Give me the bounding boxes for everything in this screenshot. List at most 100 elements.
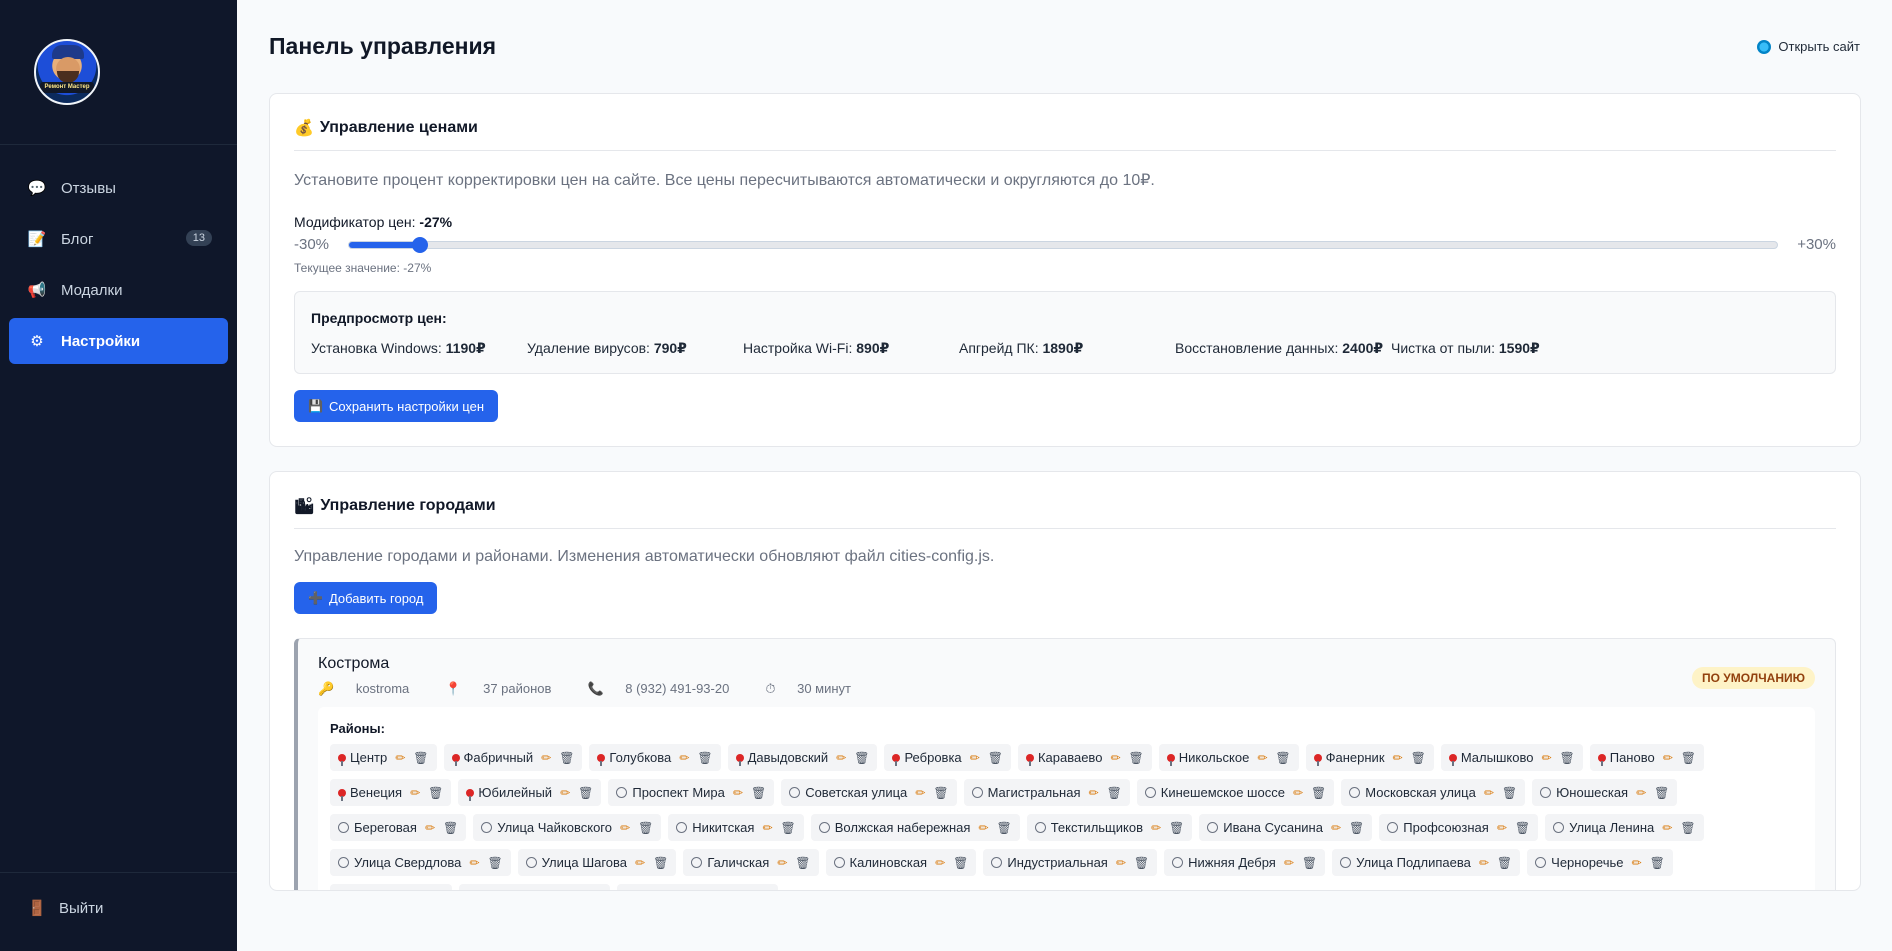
trash-icon[interactable]: 🗑 <box>1311 786 1326 800</box>
trash-icon[interactable]: 🗑 <box>755 891 770 892</box>
pencil-icon[interactable]: ✏ <box>679 751 689 765</box>
trash-icon[interactable]: 🗑 <box>638 821 653 835</box>
sidebar-item-reviews[interactable]: 💬 Отзывы <box>9 165 228 211</box>
trash-icon[interactable]: 🗑 <box>988 751 1003 765</box>
pencil-icon[interactable]: ✏ <box>1331 821 1341 835</box>
trash-icon[interactable]: 🗑 <box>854 751 869 765</box>
trash-icon[interactable]: 🗑 <box>1107 786 1122 800</box>
pencil-icon[interactable]: ✏ <box>978 821 988 835</box>
pencil-icon[interactable]: ✏ <box>560 786 570 800</box>
pencil-icon[interactable]: ✏ <box>469 856 479 870</box>
trash-icon[interactable]: 🗑 <box>1129 751 1144 765</box>
pin-icon <box>338 788 346 801</box>
add-city-button[interactable]: ➕ Добавить город <box>294 582 438 614</box>
chat-icon: 💬 <box>27 180 47 197</box>
trash-icon[interactable]: 🗑 <box>1275 751 1290 765</box>
sidebar-item-blog[interactable]: 📝 Блог 13 <box>9 216 228 262</box>
circle-icon <box>991 857 1003 868</box>
price-slider[interactable] <box>348 236 1778 253</box>
trash-icon[interactable]: 🗑 <box>1169 821 1184 835</box>
trash-icon[interactable]: 🗑 <box>1515 821 1530 835</box>
district-chip: Улица Подлипаева ✏ 🗑 <box>1332 849 1521 876</box>
district-chip: Центр ✏ 🗑 <box>330 744 437 771</box>
trash-icon[interactable]: 🗑 <box>795 856 810 870</box>
trash-icon[interactable]: 🗑 <box>586 891 601 892</box>
trash-icon[interactable]: 🗑 <box>428 786 443 800</box>
trash-icon[interactable]: 🗑 <box>751 786 766 800</box>
pencil-icon[interactable]: ✏ <box>935 856 945 870</box>
pencil-icon[interactable]: ✏ <box>1479 856 1489 870</box>
trash-icon[interactable]: 🗑 <box>429 891 444 892</box>
trash-icon[interactable]: 🗑 <box>1650 856 1665 870</box>
district-chip: Черноречье ✏ 🗑 <box>1527 849 1673 876</box>
trash-icon[interactable]: 🗑 <box>653 856 668 870</box>
pencil-icon[interactable]: ✏ <box>410 786 420 800</box>
pencil-icon[interactable]: ✏ <box>568 891 578 892</box>
city-time: ⏱ 30 минут <box>765 681 869 697</box>
trash-icon[interactable]: 🗑 <box>1654 786 1669 800</box>
slider-thumb[interactable] <box>412 236 429 253</box>
pencil-icon[interactable]: ✏ <box>1293 786 1303 800</box>
pencil-icon[interactable]: ✏ <box>541 751 551 765</box>
slider-max-label: +30% <box>1797 236 1836 253</box>
trash-icon[interactable]: 🗑 <box>953 856 968 870</box>
page-title: Панель управления <box>269 33 497 59</box>
logo[interactable]: Ремонт Мастер <box>34 39 100 105</box>
open-site-link[interactable]: Открыть сайт <box>1757 39 1860 54</box>
district-chip: Никольское ✏ 🗑 <box>1158 744 1299 771</box>
pencil-icon[interactable]: ✏ <box>1393 751 1403 765</box>
district-chip: Калиновская ✏ 🗑 <box>825 849 977 876</box>
pencil-icon[interactable]: ✏ <box>777 856 787 870</box>
save-prices-button[interactable]: 💾 Сохранить настройки цен <box>294 390 499 422</box>
trash-icon[interactable]: 🗑 <box>413 751 428 765</box>
pencil-icon[interactable]: ✏ <box>762 821 772 835</box>
trash-icon[interactable]: 🗑 <box>1134 856 1149 870</box>
trash-icon[interactable]: 🗑 <box>559 751 574 765</box>
pencil-icon[interactable]: ✏ <box>1541 751 1551 765</box>
pencil-icon[interactable]: ✏ <box>836 751 846 765</box>
trash-icon[interactable]: 🗑 <box>1411 751 1426 765</box>
pencil-icon[interactable]: ✏ <box>1116 856 1126 870</box>
trash-icon[interactable]: 🗑 <box>487 856 502 870</box>
trash-icon[interactable]: 🗑 <box>1681 751 1696 765</box>
pencil-icon[interactable]: ✏ <box>1663 751 1673 765</box>
pencil-icon[interactable]: ✏ <box>620 821 630 835</box>
pencil-icon[interactable]: ✏ <box>1632 856 1642 870</box>
pencil-icon[interactable]: ✏ <box>1497 821 1507 835</box>
pencil-icon[interactable]: ✏ <box>425 821 435 835</box>
trash-icon[interactable]: 🗑 <box>1560 751 1575 765</box>
pencil-icon[interactable]: ✏ <box>736 891 746 892</box>
pencil-icon[interactable]: ✏ <box>395 751 405 765</box>
trash-icon[interactable]: 🗑 <box>1349 821 1364 835</box>
pencil-icon[interactable]: ✏ <box>1636 786 1646 800</box>
pencil-icon[interactable]: ✏ <box>1110 751 1120 765</box>
pencil-icon[interactable]: ✏ <box>411 891 421 892</box>
trash-icon[interactable]: 🗑 <box>933 786 948 800</box>
trash-icon[interactable]: 🗑 <box>697 751 712 765</box>
pencil-icon[interactable]: ✏ <box>1089 786 1099 800</box>
trash-icon[interactable]: 🗑 <box>1502 786 1517 800</box>
trash-icon[interactable]: 🗑 <box>996 821 1011 835</box>
pencil-icon[interactable]: ✏ <box>1257 751 1267 765</box>
logout-button[interactable]: 🚪 Выйти <box>0 872 237 918</box>
trash-icon[interactable]: 🗑 <box>781 821 796 835</box>
trash-icon[interactable]: 🗑 <box>1680 821 1695 835</box>
circle-icon <box>1144 787 1156 798</box>
pencil-icon[interactable]: ✏ <box>1662 821 1672 835</box>
cities-title: 🏙 Управление городами <box>294 496 1836 529</box>
trash-icon[interactable]: 🗑 <box>578 786 593 800</box>
sidebar-item-settings[interactable]: ⚙ Настройки <box>9 318 228 364</box>
trash-icon[interactable]: 🗑 <box>443 821 458 835</box>
pencil-icon[interactable]: ✏ <box>970 751 980 765</box>
sidebar-nav: 💬 Отзывы 📝 Блог 13 📢 Модалки ⚙ Настройки <box>0 145 237 364</box>
trash-icon[interactable]: 🗑 <box>1302 856 1317 870</box>
pencil-icon[interactable]: ✏ <box>635 856 645 870</box>
pencil-icon[interactable]: ✏ <box>733 786 743 800</box>
pencil-icon[interactable]: ✏ <box>1284 856 1294 870</box>
pencil-icon[interactable]: ✏ <box>1484 786 1494 800</box>
district-chip: Юбилейный ✏ 🗑 <box>458 779 602 806</box>
pencil-icon[interactable]: ✏ <box>1151 821 1161 835</box>
trash-icon[interactable]: 🗑 <box>1497 856 1512 870</box>
sidebar-item-modals[interactable]: 📢 Модалки <box>9 267 228 313</box>
pencil-icon[interactable]: ✏ <box>915 786 925 800</box>
